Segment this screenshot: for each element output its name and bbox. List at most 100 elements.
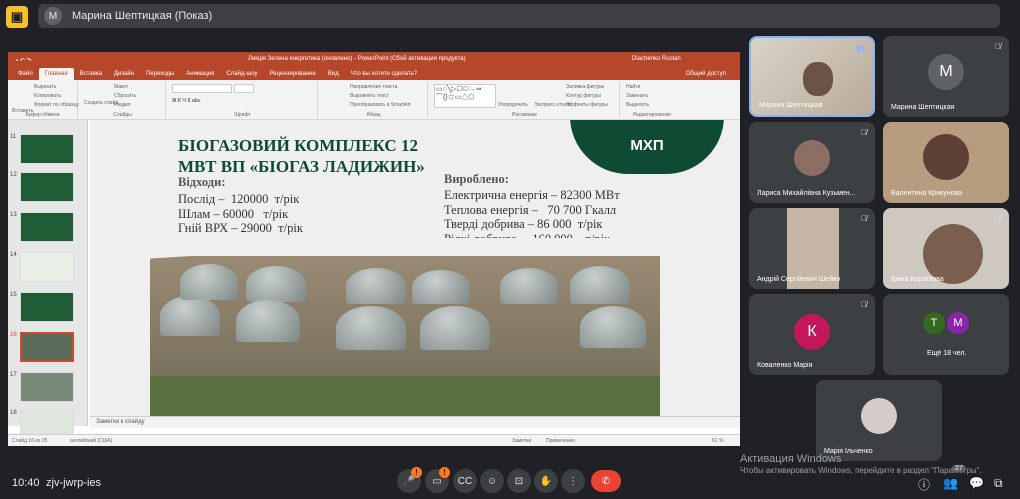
status-bar: Слайд 16 из 25 английский (США) Заметки … — [8, 434, 740, 446]
end-call-button[interactable]: ✆ — [591, 470, 621, 492]
tab-home[interactable]: Главная — [38, 68, 74, 80]
thumb-number: 11 — [10, 134, 17, 140]
mic-off-icon: 🎙̸ — [861, 300, 867, 309]
paragraph-caption: Абзац — [366, 112, 381, 118]
participant-tile[interactable]: Марія Ільченко — [816, 380, 942, 461]
shapes-gallery[interactable]: ▭○╲▷☐⬭→⇒ ⌒{}☆▭△⬠ — [434, 84, 496, 108]
participant-avatar: М — [928, 54, 964, 90]
more-participants-tile[interactable]: Т М Ещё 18 чел. — [883, 294, 1009, 375]
participant-avatar: М — [947, 312, 969, 334]
participant-tile[interactable]: 🎙̸ Андрій Сергійович Шейко — [749, 208, 875, 289]
slide-thumbnail[interactable] — [20, 372, 74, 402]
participant-tile-video[interactable]: 🎙̸ Ірина Короткова — [883, 208, 1009, 289]
layout-button[interactable]: Макет — [114, 84, 128, 90]
shape-fill-button[interactable]: Заливка фигуры — [566, 84, 604, 90]
chat-icon[interactable]: 💬 — [969, 476, 984, 490]
shape-effects-button[interactable]: Эффекты фигуры — [566, 102, 608, 108]
slides-caption: Слайды — [113, 112, 132, 118]
participant-tile-video[interactable]: ▮▮ Марина Шептицкая — [749, 36, 875, 117]
produced-list: Електрична енергія – 82300 МВт Теплова е… — [444, 188, 620, 246]
participant-name: Ірина Короткова — [891, 276, 944, 283]
ppt-user[interactable]: Diachenko Ruslan — [632, 56, 681, 62]
more-options-button[interactable]: ⋮ — [561, 469, 585, 493]
meeting-code: zjv-jwrp-ies — [46, 477, 101, 489]
mic-off-icon: 🎙̸ — [861, 214, 867, 223]
tab-design[interactable]: Дизайн — [108, 68, 140, 80]
presenter-avatar: М — [44, 7, 62, 25]
captions-button[interactable]: CC — [453, 469, 477, 493]
share-button[interactable]: Общий доступ — [680, 68, 732, 80]
presentation-icon[interactable]: ▣ — [6, 6, 28, 28]
tab-view[interactable]: Вид — [322, 68, 345, 80]
align-text-button[interactable]: Выровнять текст — [350, 93, 389, 99]
camera-warning-badge: ! — [439, 467, 450, 478]
person-head — [803, 62, 833, 96]
notes-pane[interactable]: Заметки к слайду — [90, 416, 740, 428]
participant-name: Лариса Михайлівна Кузьмен... — [757, 190, 856, 197]
slide-thumbnail[interactable] — [20, 212, 74, 242]
tab-insert[interactable]: Вставка — [74, 68, 108, 80]
text-direction-button[interactable]: Направление текста — [350, 84, 397, 90]
tell-me-input[interactable]: Что вы хотите сделать? — [345, 68, 423, 80]
participant-tile[interactable]: К 🎙̸ Коваленко Марія — [749, 294, 875, 375]
tab-transitions[interactable]: Переходы — [140, 68, 180, 80]
font-name-input[interactable] — [172, 84, 232, 93]
smartart-button[interactable]: Преобразовать в SmartArt — [350, 102, 411, 108]
waste-list: Послід – 120000 т/рік Шлам – 60000 т/рік… — [178, 192, 303, 235]
tab-slideshow[interactable]: Слайд-шоу — [220, 68, 263, 80]
slide-thumbnail[interactable] — [20, 172, 74, 202]
bold-button[interactable]: Ж К Ч S abc — [172, 98, 201, 104]
font-size-input[interactable] — [234, 84, 254, 93]
raise-hand-button[interactable]: ✋ — [534, 469, 558, 493]
present-button[interactable]: ⊡ — [507, 469, 531, 493]
meeting-time: 10:40 — [12, 477, 40, 489]
notes-button[interactable]: Заметки — [512, 438, 531, 444]
replace-button[interactable]: Заменить — [626, 93, 648, 99]
clipboard-caption: Буфер обмена — [25, 112, 60, 118]
shape-outline-button[interactable]: Контур фигуры — [566, 93, 601, 99]
cut-button[interactable]: Вырезать — [34, 84, 56, 90]
ribbon-body: Вставить Вырезать Копировать Формат по о… — [8, 80, 740, 120]
comments-button[interactable]: Примечания — [546, 438, 575, 444]
drawing-caption: Рисование — [511, 112, 538, 118]
find-button[interactable]: Найти — [626, 84, 640, 90]
reset-button[interactable]: Сбросить — [114, 93, 136, 99]
participant-photo — [861, 398, 897, 434]
participant-name: Марина Шептицкая — [891, 104, 955, 111]
slide-thumbnail[interactable] — [20, 292, 74, 322]
info-icon[interactable]: ⓘ — [918, 476, 930, 493]
slide-thumbnails[interactable]: 11 12 13 14 15 16 17 18 — [8, 120, 88, 440]
select-button[interactable]: Выделить — [626, 102, 649, 108]
paragraph-group: Направление текста Выровнять текст Преоб… — [320, 82, 428, 118]
arrange-button[interactable]: Упорядочить — [498, 102, 528, 108]
format-painter-button[interactable]: Формат по образцу — [34, 102, 79, 108]
participant-name: Марина Шептицкая — [759, 102, 823, 109]
font-caption: Шрифт — [234, 112, 251, 118]
presenter-label: Марина Шептицкая (Показ) — [72, 10, 213, 22]
editing-group: Найти Заменить Выделить Редактирование — [622, 82, 682, 118]
zoom-level[interactable]: 61 % — [712, 438, 723, 444]
people-icon[interactable]: 👥 — [943, 476, 958, 490]
activities-icon[interactable]: ⧉ — [994, 476, 1003, 491]
section-button[interactable]: Раздел — [114, 102, 131, 108]
slide-thumbnail-selected[interactable] — [20, 332, 74, 362]
participant-tile-video[interactable]: Валентина Крикунова — [883, 122, 1009, 203]
emoji-button[interactable]: ☺ — [480, 469, 504, 493]
mic-warning-badge: ! — [411, 467, 422, 478]
save-icon[interactable]: ▪ ↶ ↷ — [16, 57, 32, 64]
mic-off-icon: 🎙̸ — [995, 214, 1001, 223]
participant-name: Андрій Сергійович Шейко — [757, 276, 841, 283]
tab-file[interactable]: Файл — [12, 68, 39, 80]
copy-button[interactable]: Копировать — [34, 93, 61, 99]
slides-group: Создать слайд Макет Сбросить Раздел Слай… — [80, 82, 166, 118]
slide-canvas[interactable]: МХП БІОГАЗОВИЙ КОМПЛЕКС 12 МВТ ВП «БІОГА… — [90, 120, 740, 416]
participant-tile[interactable]: 🎙̸ Лариса Михайлівна Кузьмен... — [749, 122, 875, 203]
thumb-number: 12 — [10, 172, 17, 178]
presenter-chip[interactable]: М Марина Шептицкая (Показ) — [38, 4, 1000, 28]
slide-thumbnail[interactable] — [20, 252, 74, 282]
language-indicator[interactable]: английский (США) — [70, 438, 112, 444]
participant-tile[interactable]: М 🎙̸ Марина Шептицкая — [883, 36, 1009, 117]
tab-review[interactable]: Рецензирование — [264, 68, 322, 80]
tab-animation[interactable]: Анимация — [180, 68, 220, 80]
slide-thumbnail[interactable] — [20, 134, 74, 164]
